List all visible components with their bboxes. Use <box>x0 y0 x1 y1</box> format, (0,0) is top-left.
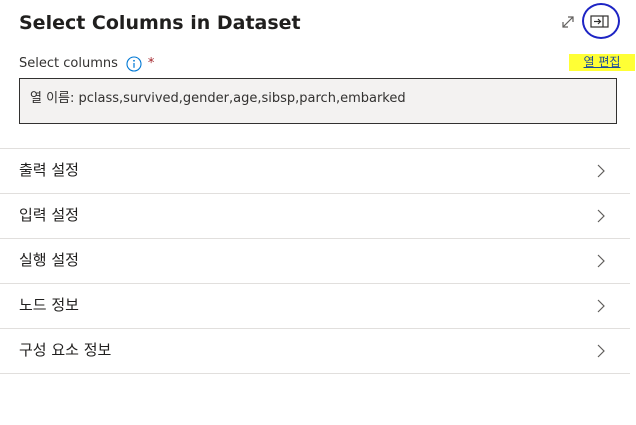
section-node-info[interactable]: 노드 정보 <box>0 283 630 328</box>
section-input-settings[interactable]: 입력 설정 <box>0 193 630 238</box>
info-icon[interactable] <box>126 56 142 72</box>
chevron-right-icon <box>596 343 606 359</box>
section-label: 출력 설정 <box>19 161 79 179</box>
chevron-right-icon <box>596 253 606 269</box>
chevron-right-icon <box>596 208 606 224</box>
page-title: Select Columns in Dataset <box>19 12 301 34</box>
selected-columns-field[interactable]: 열 이름: pclass,survived,gender,age,sibsp,p… <box>19 78 617 124</box>
section-output-settings[interactable]: 출력 설정 <box>0 148 630 193</box>
edit-columns-link[interactable]: 열 편집 <box>569 54 635 71</box>
section-run-settings[interactable]: 실행 설정 <box>0 238 630 283</box>
section-label: 실행 설정 <box>19 251 79 269</box>
chevron-right-icon <box>596 163 606 179</box>
select-columns-label: Select columns * <box>19 55 154 73</box>
annotation-circle <box>582 3 620 39</box>
chevron-right-icon <box>596 298 606 314</box>
section-label: 입력 설정 <box>19 206 79 224</box>
section-label: 노드 정보 <box>19 296 79 314</box>
section-component-info[interactable]: 구성 요소 정보 <box>0 328 630 374</box>
required-mark: * <box>147 56 155 71</box>
section-label: 구성 요소 정보 <box>19 341 112 359</box>
expand-icon[interactable] <box>559 13 577 31</box>
settings-section-list: 출력 설정 입력 설정 실행 설정 노드 정보 구성 요소 정보 <box>0 148 630 374</box>
select-columns-label-text: Select columns <box>19 56 118 71</box>
